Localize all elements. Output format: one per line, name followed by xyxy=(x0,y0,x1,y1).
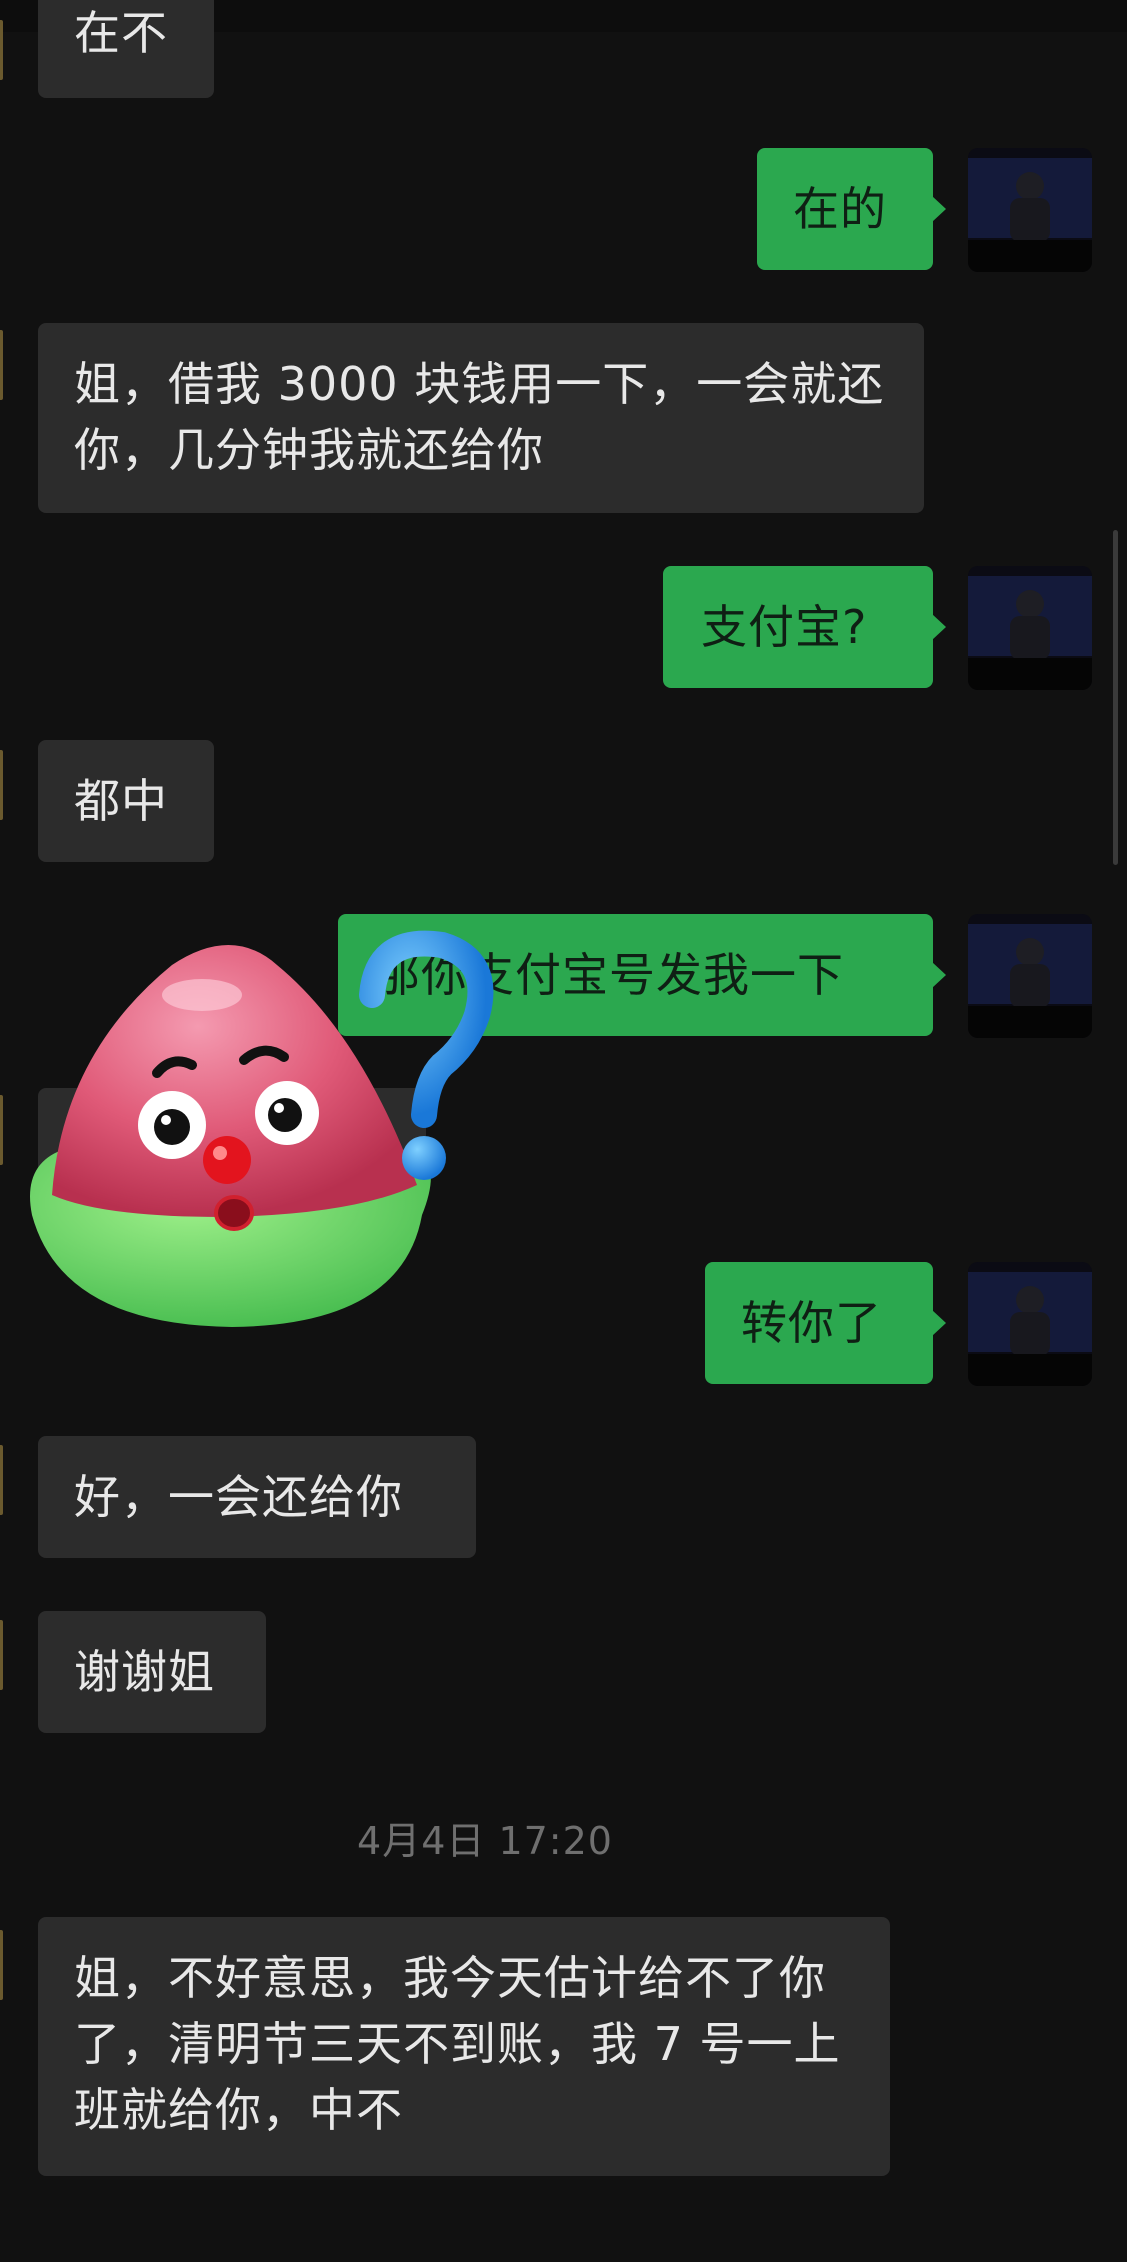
message-text: 在的 xyxy=(793,182,887,236)
my-avatar[interactable] xyxy=(968,914,1092,1038)
message-text: 转你了 xyxy=(741,1296,882,1350)
my-avatar[interactable] xyxy=(968,148,1092,272)
message-bubble-incoming[interactable]: 好，一会还给你 xyxy=(38,1436,476,1558)
message-bubble-incoming[interactable]: 姐，不好意思，我今天估计给不了你了，清明节三天不到账，我 7 号一上班就给你，中… xyxy=(38,1917,890,2176)
watermelon-question-sticker-icon xyxy=(22,915,502,1335)
message-text: 在不 xyxy=(74,6,168,60)
message-bubble-outgoing[interactable]: 在的 xyxy=(757,148,946,270)
message-text: 支付宝? xyxy=(701,600,868,654)
chat-scrollbar[interactable] xyxy=(1113,530,1118,865)
message-bubble-outgoing[interactable]: 支付宝? xyxy=(663,566,946,688)
sender-avatar-edge[interactable] xyxy=(0,1930,3,2000)
sender-avatar-edge[interactable] xyxy=(0,1620,3,1690)
sender-avatar-edge[interactable] xyxy=(0,750,3,820)
sender-avatar-edge[interactable] xyxy=(0,1445,3,1515)
chat-timestamp: 4月4日 17:20 xyxy=(357,1819,613,1863)
message-text: 都中 xyxy=(74,774,168,828)
message-text: 谢谢姐 xyxy=(74,1645,215,1699)
my-avatar[interactable] xyxy=(968,1262,1092,1386)
avatar-photo-icon xyxy=(968,1262,1092,1386)
message-text: 姐，不好意思，我今天估计给不了你了，清明节三天不到账，我 7 号一上班就给你，中… xyxy=(74,1951,841,2137)
sender-avatar-edge[interactable] xyxy=(0,330,3,400)
avatar-photo-icon xyxy=(968,566,1092,690)
avatar-photo-icon xyxy=(968,148,1092,272)
message-bubble-incoming[interactable]: 姐，借我 3000 块钱用一下，一会就还你，几分钟我就还给你 xyxy=(38,323,924,513)
my-avatar[interactable] xyxy=(968,566,1092,690)
message-bubble-incoming[interactable]: 在不 xyxy=(38,0,214,98)
sender-avatar-edge[interactable] xyxy=(0,20,3,80)
message-text: 好，一会还给你 xyxy=(74,1470,403,1524)
avatar-photo-icon xyxy=(968,914,1092,1038)
message-bubble-incoming[interactable]: 都中 xyxy=(38,740,214,862)
message-text: 姐，借我 3000 块钱用一下，一会就还你，几分钟我就还给你 xyxy=(74,357,885,477)
message-bubble-outgoing[interactable]: 转你了 xyxy=(705,1262,946,1384)
message-bubble-incoming[interactable]: 谢谢姐 xyxy=(38,1611,266,1733)
sender-avatar-edge[interactable] xyxy=(0,1095,3,1165)
